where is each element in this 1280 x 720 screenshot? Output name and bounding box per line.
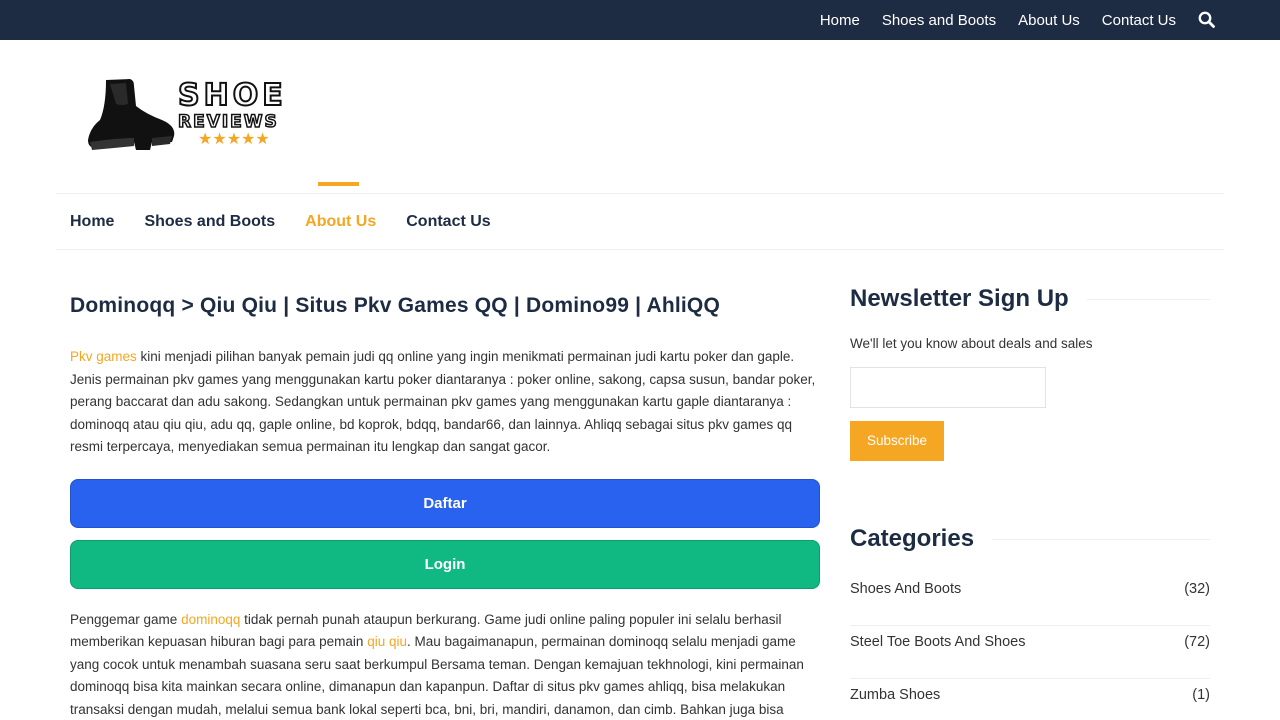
categories-list: Shoes And Boots (32) Steel Toe Boots And…: [850, 573, 1210, 720]
article-paragraph-2: Penggemar game dominoqq tidak pernah pun…: [70, 609, 820, 720]
star-icon: ★: [226, 131, 242, 148]
logo-line2: REVIEWS: [177, 111, 279, 133]
top-nav: Home Shoes and Boots About Us Contact Us: [798, 0, 1216, 40]
category-item[interactable]: Zumba Shoes (1): [850, 679, 1210, 720]
dominoqq-link[interactable]: dominoqq: [181, 612, 240, 627]
main-nav-shoes-and-boots[interactable]: Shoes and Boots: [144, 213, 275, 231]
qiu-qiu-link[interactable]: qiu qiu: [367, 634, 407, 649]
categories-title-text: Categories: [850, 525, 975, 552]
article-paragraph-2-text-a: Penggemar game: [70, 611, 182, 627]
category-count: (72): [1184, 634, 1210, 650]
category-count: (32): [1184, 581, 1210, 597]
site-logo[interactable]: SHOE REVIEWS ★★★★★: [86, 76, 292, 158]
main-nav-contact-us[interactable]: Contact Us: [406, 213, 490, 231]
top-nav-contact-us[interactable]: Contact Us: [1102, 12, 1176, 29]
title-divider: [1086, 298, 1210, 300]
article: Dominoqq > Qiu Qiu | Situs Pkv Games QQ …: [70, 290, 820, 720]
main-nav: Home Shoes and Boots About Us Contact Us: [56, 181, 1224, 250]
category-item[interactable]: Shoes And Boots (32): [850, 573, 1210, 626]
article-paragraph-1-text: kini menjadi pilihan banyak pemain judi …: [70, 349, 816, 454]
top-nav-about-us[interactable]: About Us: [1018, 12, 1080, 29]
title-divider: [992, 538, 1210, 540]
category-count: (1): [1192, 687, 1210, 703]
star-icon: ★: [241, 131, 256, 148]
daftar-button[interactable]: Daftar: [70, 478, 820, 528]
top-nav-home[interactable]: Home: [820, 12, 860, 29]
top-nav-shoes-and-boots[interactable]: Shoes and Boots: [882, 12, 996, 29]
newsletter-email-input[interactable]: [850, 367, 1046, 408]
newsletter-title-text: Newsletter Sign Up: [850, 285, 1069, 312]
newsletter-description: We'll let you know about deals and sales: [850, 336, 1093, 351]
category-name[interactable]: Shoes And Boots: [850, 581, 961, 625]
article-title: Dominoqq > Qiu Qiu | Situs Pkv Games QQ …: [70, 294, 720, 317]
login-button[interactable]: Login: [70, 539, 820, 589]
categories-title: Categories: [850, 525, 1210, 553]
logo-text: SHOE REVIEWS ★★★★★: [177, 78, 292, 148]
subscribe-button[interactable]: Subscribe: [850, 421, 944, 461]
star-icon: ★: [212, 131, 227, 148]
category-name[interactable]: Steel Toe Boots And Shoes: [850, 634, 1025, 678]
logo-stars: ★★★★★: [198, 132, 292, 148]
main-nav-home[interactable]: Home: [70, 213, 114, 231]
newsletter-title: Newsletter Sign Up: [850, 285, 1210, 313]
sidebar: Newsletter Sign Up We'll let you know ab…: [850, 285, 1210, 720]
category-name[interactable]: Zumba Shoes: [850, 687, 940, 720]
main-nav-about-us[interactable]: About Us: [305, 181, 376, 231]
star-icon: ★: [255, 131, 270, 148]
search-icon[interactable]: [1198, 11, 1216, 29]
top-bar: Home Shoes and Boots About Us Contact Us: [0, 0, 1280, 40]
article-paragraph-1: Pkv games kini menjadi pilihan banyak pe…: [70, 346, 820, 459]
logo-line1: SHOE: [177, 78, 287, 113]
star-icon: ★: [198, 131, 213, 148]
pkv-games-link[interactable]: Pkv games: [70, 349, 137, 364]
category-item[interactable]: Steel Toe Boots And Shoes (72): [850, 626, 1210, 679]
